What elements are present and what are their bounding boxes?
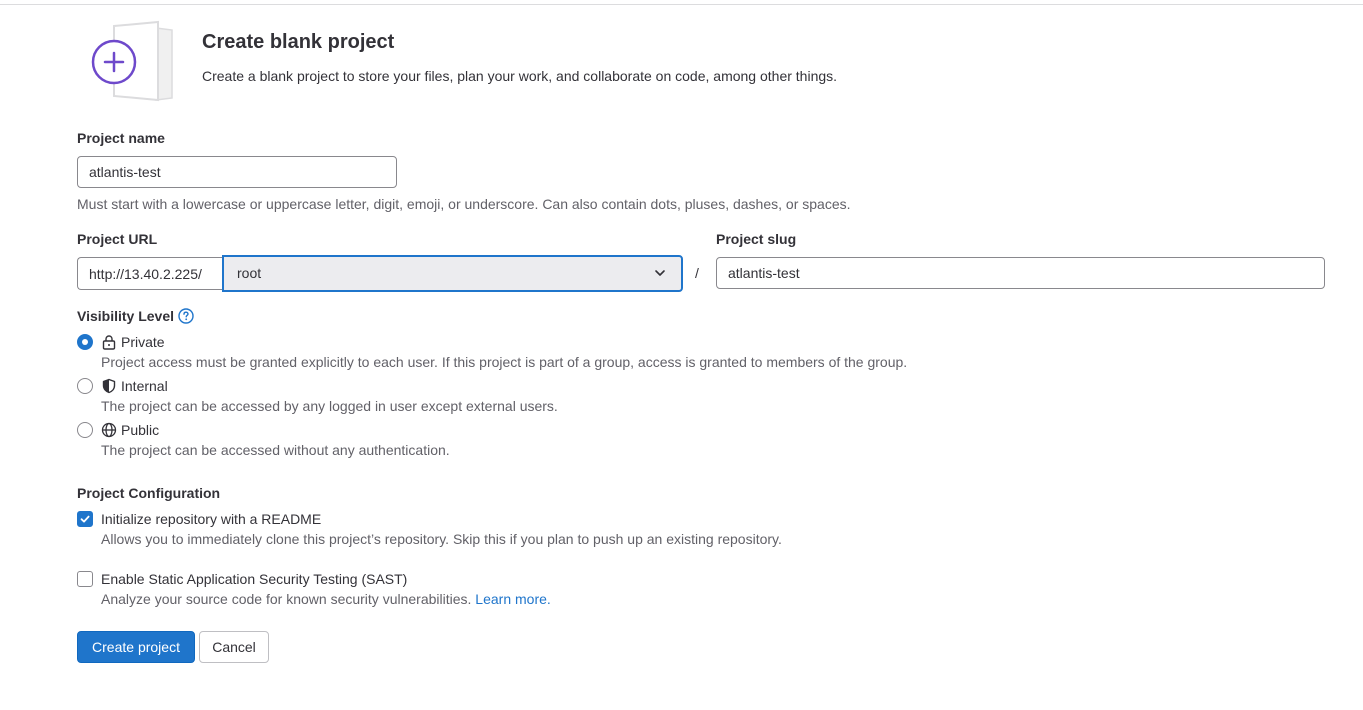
sast-description-row: Analyze your source code for known secur… xyxy=(101,591,551,607)
sast-checkbox[interactable] xyxy=(77,571,93,587)
internal-radio[interactable] xyxy=(77,378,93,394)
page-description: Create a blank project to store your fil… xyxy=(202,68,838,84)
private-radio[interactable] xyxy=(77,334,93,350)
blank-project-illustration-icon xyxy=(86,18,182,108)
create-project-button[interactable]: Create project xyxy=(77,631,195,663)
visibility-option-internal[interactable]: Internal xyxy=(77,376,168,396)
readme-label: Initialize repository with a README xyxy=(101,511,322,527)
private-description: Project access must be granted explicitl… xyxy=(101,354,908,370)
learn-more-link[interactable]: Learn more. xyxy=(475,591,550,607)
sast-option[interactable]: Enable Static Application Security Testi… xyxy=(77,569,407,589)
project-name-help: Must start with a lowercase or uppercase… xyxy=(77,196,851,212)
namespace-value: root xyxy=(237,265,262,281)
shield-icon xyxy=(102,378,116,394)
project-configuration-label: Project Configuration xyxy=(77,485,221,501)
project-slug-input[interactable] xyxy=(716,257,1325,289)
public-label: Public xyxy=(121,422,160,438)
project-url-label: Project URL xyxy=(77,231,158,247)
globe-icon xyxy=(101,422,117,438)
cancel-button[interactable]: Cancel xyxy=(199,631,269,663)
visibility-level-heading: Visibility Level xyxy=(77,308,194,324)
url-separator: / xyxy=(695,265,699,281)
top-divider xyxy=(0,4,1363,5)
question-circle-icon[interactable] xyxy=(178,308,194,324)
sast-label: Enable Static Application Security Testi… xyxy=(101,571,408,587)
page-title: Create blank project xyxy=(202,31,395,53)
sast-description: Analyze your source code for known secur… xyxy=(101,591,472,607)
internal-description: The project can be accessed by any logge… xyxy=(101,398,558,414)
readme-checkbox[interactable] xyxy=(77,511,93,527)
checkmark-icon xyxy=(80,515,90,523)
chevron-down-icon xyxy=(655,270,665,276)
namespace-select[interactable]: root xyxy=(222,255,683,292)
private-label: Private xyxy=(121,334,165,350)
project-slug-label: Project slug xyxy=(716,231,797,247)
public-radio[interactable] xyxy=(77,422,93,438)
visibility-option-private[interactable]: Private xyxy=(77,332,165,352)
public-description: The project can be accessed without any … xyxy=(101,442,450,458)
readme-description: Allows you to immediately clone this pro… xyxy=(101,531,782,547)
project-name-label: Project name xyxy=(77,130,165,146)
project-name-input[interactable] xyxy=(77,156,397,188)
visibility-level-label: Visibility Level xyxy=(77,308,175,324)
lock-icon xyxy=(102,335,116,350)
project-url-prefix: http://13.40.2.225/ xyxy=(77,257,223,290)
internal-label: Internal xyxy=(121,378,168,394)
readme-option[interactable]: Initialize repository with a README xyxy=(77,509,321,529)
visibility-option-public[interactable]: Public xyxy=(77,420,159,440)
